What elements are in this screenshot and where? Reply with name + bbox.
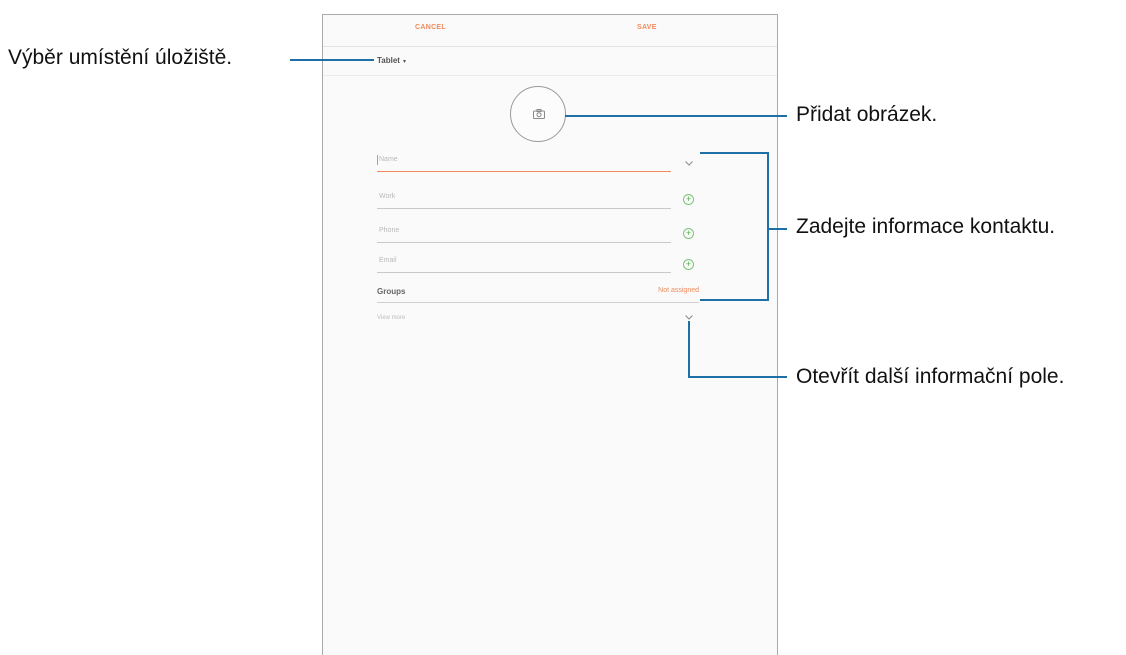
- work-field[interactable]: Work: [377, 190, 671, 209]
- view-more-link[interactable]: View more: [377, 315, 405, 321]
- callout-contact-bracket-bottom: [700, 299, 769, 301]
- text-cursor: [377, 155, 378, 165]
- groups-label: Groups: [377, 287, 406, 296]
- callout-more-text: Otevřít další informační pole.: [796, 365, 1065, 388]
- expand-name-chevron-icon[interactable]: [685, 161, 693, 166]
- phone-placeholder: Phone: [379, 227, 400, 234]
- callout-picture-text: Přidat obrázek.: [796, 103, 938, 126]
- callout-picture-line: [565, 115, 787, 117]
- callout-contact-text: Zadejte informace kontaktu.: [796, 215, 1056, 238]
- storage-row: Tablet ▾: [323, 46, 777, 76]
- add-phone-icon[interactable]: +: [683, 228, 694, 239]
- storage-location-selector[interactable]: Tablet ▾: [377, 56, 406, 65]
- dropdown-caret-icon: ▾: [402, 59, 406, 65]
- name-placeholder: Name: [379, 156, 398, 163]
- groups-row[interactable]: Groups Not assigned: [377, 284, 699, 303]
- view-more-chevron-icon[interactable]: [685, 315, 693, 320]
- callout-storage-line: [290, 59, 374, 61]
- name-field[interactable]: Name: [377, 153, 671, 172]
- email-field[interactable]: Email: [377, 254, 671, 273]
- groups-value: Not assigned: [658, 287, 699, 294]
- add-work-icon[interactable]: +: [683, 194, 694, 205]
- action-bar: CANCEL SAVE: [323, 15, 777, 47]
- phone-field[interactable]: Phone: [377, 224, 671, 243]
- cancel-button[interactable]: CANCEL: [415, 24, 446, 31]
- add-email-icon[interactable]: +: [683, 259, 694, 270]
- callout-more-vertical-line: [688, 321, 690, 378]
- email-placeholder: Email: [379, 257, 397, 264]
- camera-icon: [533, 109, 545, 119]
- work-placeholder: Work: [379, 193, 396, 200]
- add-picture-button[interactable]: [510, 86, 566, 142]
- callout-more-horizontal-line: [688, 376, 787, 378]
- callout-contact-bracket-top: [700, 152, 769, 154]
- storage-label: Tablet: [377, 56, 400, 65]
- callout-storage-text: Výběr umístění úložiště.: [8, 46, 233, 69]
- contact-editor-screen: CANCEL SAVE Tablet ▾ Name Work + Phone + …: [322, 14, 778, 655]
- save-button[interactable]: SAVE: [637, 24, 657, 31]
- callout-contact-bracket-vertical: [767, 152, 769, 301]
- callout-contact-line: [769, 228, 787, 230]
